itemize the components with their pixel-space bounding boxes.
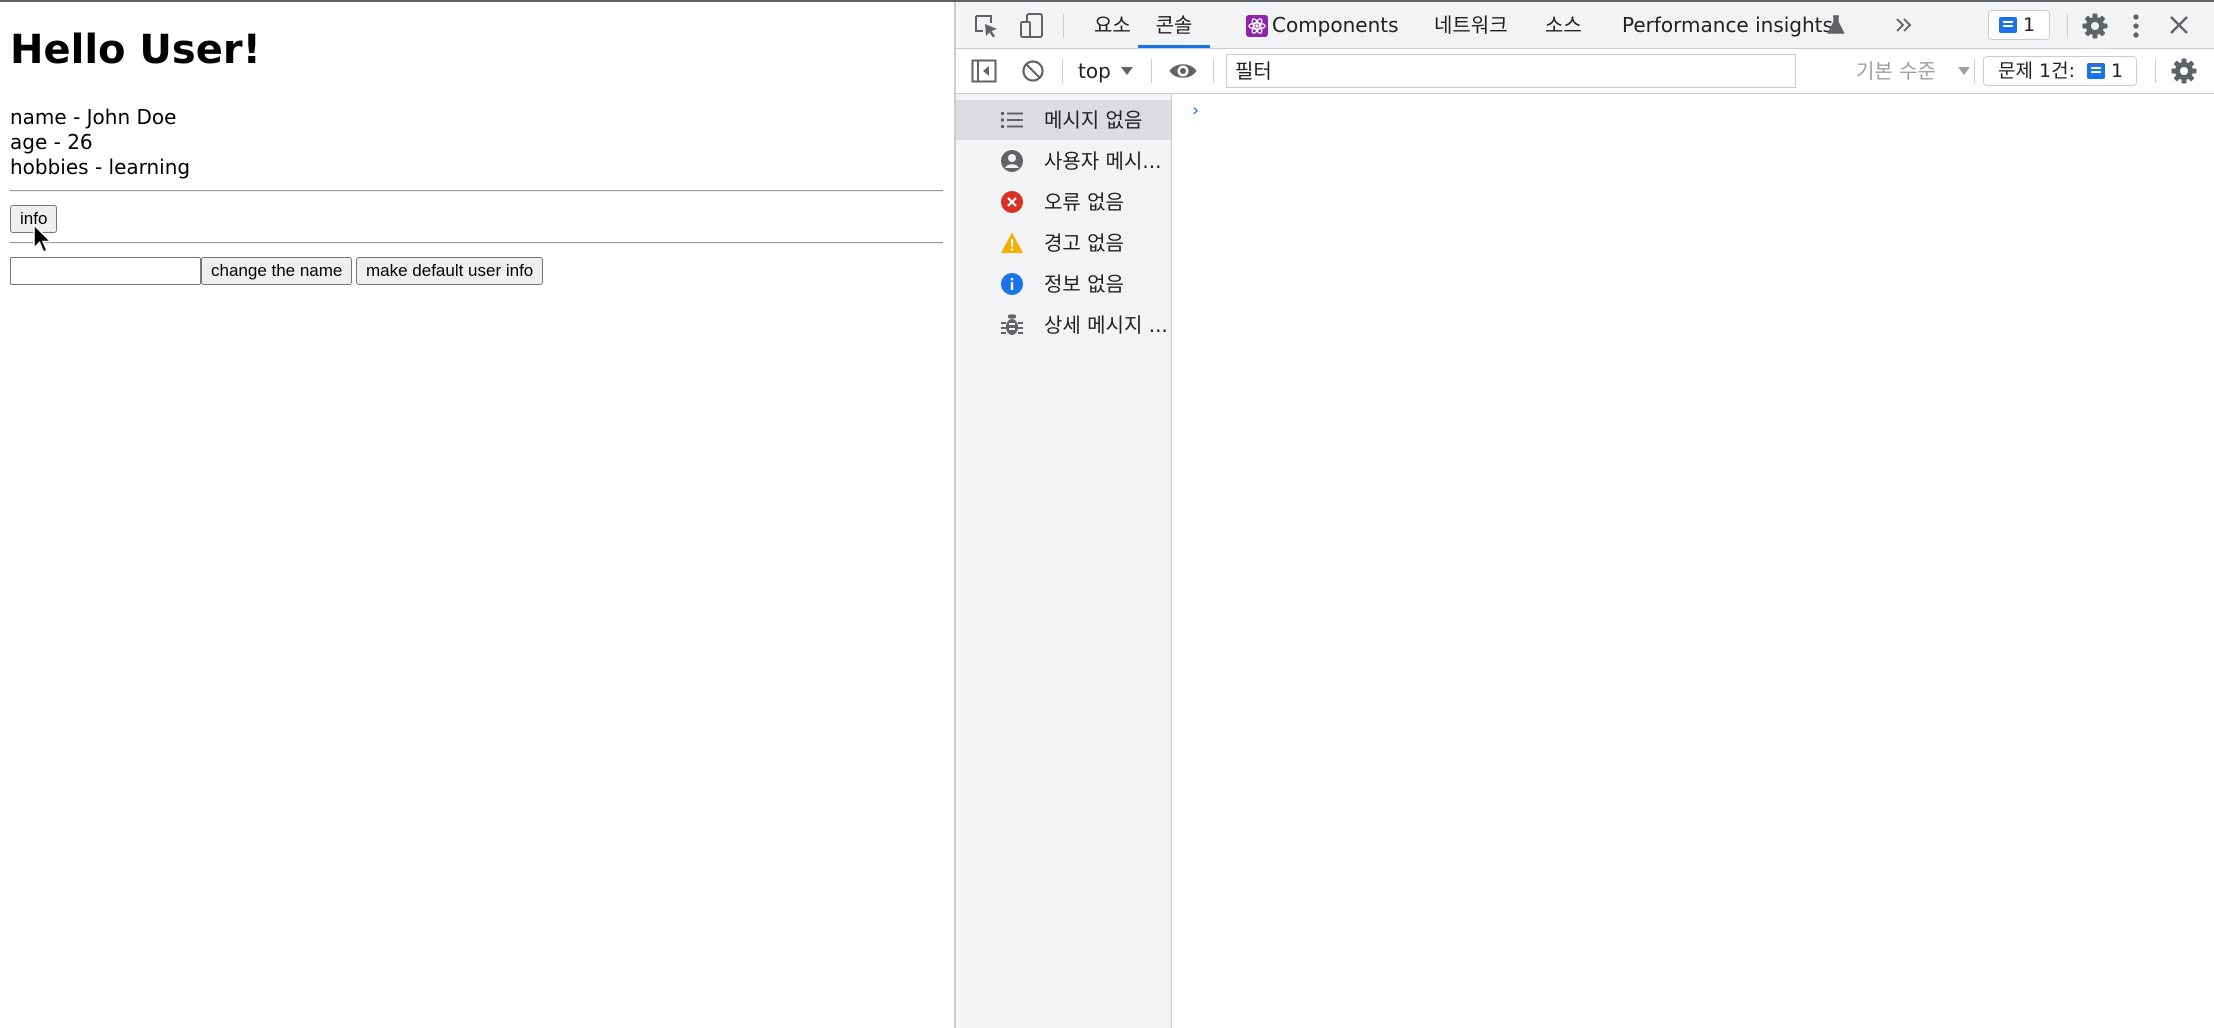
console-sidebar: 메시지 없음 사용자 메시... 오류 없음 경고 없음 정보 없음 상세 메시… [956,94,1172,1028]
list-icon [1001,112,1023,128]
log-level-dropdown[interactable]: 기본 수준 [1856,49,1936,93]
more-options-icon[interactable] [2130,12,2142,40]
sidebar-item-label: 오류 없음 [1044,190,1124,214]
separator [2067,14,2068,38]
web-page: Hello User! name - John Doe age - 26 hob… [0,2,954,1028]
sidebar-item-label: 경고 없음 [1044,231,1124,255]
page-title: Hello User! [10,27,261,73]
sidebar-item-label: 메시지 없음 [1044,108,1143,132]
live-expression-eye-icon[interactable] [1168,60,1198,82]
console-settings-gear-icon[interactable] [2170,57,2198,85]
user-hobbies-line: hobbies - learning [10,155,191,179]
bug-icon [1001,314,1023,335]
react-components-icon [1246,15,1268,37]
user-name-line: name - John Doe [10,105,177,129]
tab-console[interactable]: 콘솔 [1138,2,1210,48]
separator [1062,59,1063,83]
tab-sources[interactable]: 소스 [1545,2,1582,48]
context-selector[interactable]: top [1078,49,1111,93]
sidebar-item-label: 정보 없음 [1044,272,1124,296]
devtools-panel: 요소 콘솔 Components 네트워크 소스 Performance ins… [954,2,2214,1028]
more-tabs-chevron-icon[interactable] [1894,15,1914,35]
inspect-element-icon[interactable] [973,13,999,39]
issues-counter-button[interactable]: 1 [1988,10,2050,40]
divider [10,190,943,192]
issues-badge-count: 1 [2111,60,2124,82]
sidebar-item-messages[interactable]: 메시지 없음 [956,100,1171,140]
tab-performance-insights[interactable]: Performance insights [1622,2,1833,48]
sidebar-item-label: 사용자 메시... [1044,149,1162,173]
mouse-cursor-icon [33,224,53,253]
console-toolbar: top 필터 기본 수준 문제 1건: 1 [956,49,2214,94]
divider [10,242,943,244]
info-icon [1001,273,1023,295]
sidebar-item-verbose[interactable]: 상세 메시지 ... [956,305,1171,345]
separator [2155,59,2156,83]
settings-gear-icon[interactable] [2081,12,2109,40]
make-default-user-info-button[interactable]: make default user info [356,257,544,285]
change-name-button[interactable]: change the name [201,257,353,285]
show-sidebar-icon[interactable] [971,59,997,83]
user-icon [1001,150,1023,172]
user-age-line: age - 26 [10,130,93,154]
tab-components[interactable]: Components [1272,2,1399,48]
sidebar-item-user-messages[interactable]: 사용자 메시... [956,141,1171,181]
tab-elements[interactable]: 요소 [1094,2,1131,48]
sidebar-item-errors[interactable]: 오류 없음 [956,182,1171,222]
sidebar-item-info[interactable]: 정보 없음 [956,264,1171,304]
sidebar-item-label: 상세 메시지 ... [1044,313,1168,337]
clear-console-icon[interactable] [1021,59,1045,83]
separator [1151,59,1152,83]
sidebar-item-warnings[interactable]: 경고 없음 [956,223,1171,263]
issues-button[interactable]: 문제 1건: 1 [1983,56,2137,86]
issues-label: 문제 1건: [1998,60,2075,82]
separator [1974,59,1975,83]
experiment-flask-icon [1827,15,1845,34]
issues-count: 1 [2023,14,2036,36]
close-icon[interactable] [2168,14,2190,36]
console-prompt-chevron-icon[interactable]: › [1192,100,1199,121]
message-icon [1999,17,2017,33]
tab-network[interactable]: 네트워크 [1434,2,1508,48]
console-filter-input[interactable]: 필터 [1226,54,1796,88]
message-icon [2087,63,2106,79]
separator [1063,14,1064,38]
name-input[interactable] [10,257,201,285]
device-toolbar-icon[interactable] [1018,12,1046,40]
chevron-down-icon[interactable] [1120,66,1134,76]
separator [1213,59,1214,83]
devtools-tab-bar: 요소 콘솔 Components 네트워크 소스 Performance ins… [956,2,2214,49]
warning-icon [1001,232,1023,253]
chevron-down-icon[interactable] [1957,66,1971,76]
error-icon [1001,191,1023,213]
